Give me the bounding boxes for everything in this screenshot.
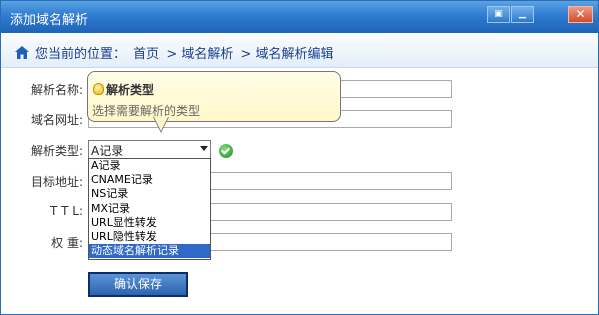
- tooltip-description: 选择需要解析的类型: [92, 104, 201, 118]
- dropdown-option[interactable]: A记录: [89, 159, 210, 173]
- dialog-window: 添加域名解析 ▣ ▁ ✕ 您当前的位置： 首页 > 域名解析 > 域名解析编辑 …: [0, 0, 599, 315]
- tooltip-title: 解析类型: [106, 83, 155, 97]
- home-icon: [15, 46, 29, 59]
- dropdown-option[interactable]: URL显性转发: [89, 216, 210, 230]
- breadcrumb-prefix: 您当前的位置：: [35, 47, 127, 62]
- dropdown-option[interactable]: CNAME记录: [89, 173, 210, 187]
- dropdown-option[interactable]: URL隐性转发: [89, 230, 210, 244]
- breadcrumb: 您当前的位置： 首页 > 域名解析 > 域名解析编辑: [35, 43, 337, 62]
- ttl-label: T T L:: [49, 204, 83, 218]
- dropdown-option[interactable]: MX记录: [89, 202, 210, 216]
- breadcrumb-edit-link[interactable]: > 域名解析编辑: [240, 47, 333, 62]
- weight-label: 权 重:: [51, 236, 83, 250]
- dropdown-option-selected[interactable]: 动态域名解析记录: [89, 244, 210, 259]
- type-select[interactable]: A记录: [88, 140, 211, 159]
- lightbulb-icon: [93, 83, 104, 95]
- chevron-down-icon[interactable]: [200, 146, 208, 151]
- breadcrumb-home-link[interactable]: 首页: [133, 47, 159, 62]
- name-label: 解析名称:: [30, 83, 83, 97]
- domain-label: 域名网址:: [30, 113, 83, 127]
- type-select-value: A记录: [91, 144, 124, 158]
- close-icon[interactable]: ✕: [568, 6, 593, 23]
- breadcrumb-dns-link[interactable]: > 域名解析: [166, 47, 233, 62]
- titlebar[interactable]: 添加域名解析 ▣ ▁ ✕: [1, 1, 598, 33]
- dropdown-option[interactable]: NS记录: [89, 187, 210, 201]
- tooltip-tail-fill: [154, 117, 168, 131]
- window-title: 添加域名解析: [10, 13, 89, 28]
- type-label: 解析类型:: [30, 144, 83, 158]
- save-button[interactable]: 确认保存: [88, 272, 188, 297]
- restore-icon[interactable]: ▣: [487, 6, 510, 23]
- minimize-icon[interactable]: ▁: [511, 6, 534, 23]
- target-label: 目标地址:: [30, 175, 83, 189]
- valid-check-icon: [219, 144, 233, 158]
- type-dropdown-list[interactable]: A记录 CNAME记录 NS记录 MX记录 URL显性转发 URL隐性转发 动态…: [88, 158, 211, 260]
